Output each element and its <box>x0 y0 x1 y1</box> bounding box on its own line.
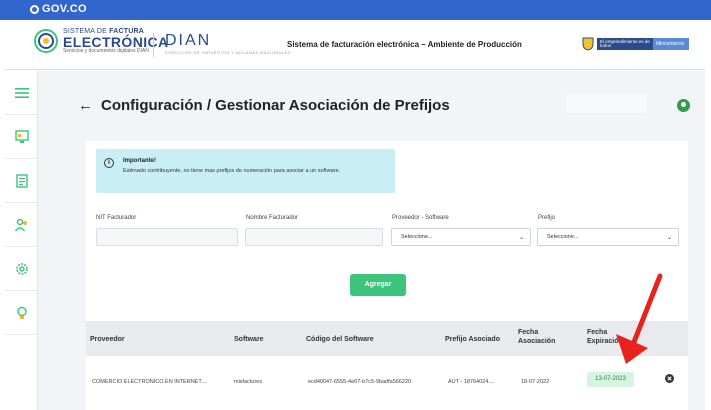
proveedor-software-label: Proveedor - Software <box>392 215 449 221</box>
column-header-software: Software <box>234 336 264 343</box>
important-alert: i Importante! Estimado contribuyente, no… <box>96 149 395 193</box>
dian-logo-subtitle: DIRECCIÓN DE IMPUESTOS Y ADUANAS NACIONA… <box>165 50 291 55</box>
column-header-fecha-asociacion: Fecha Asociación <box>518 329 556 345</box>
factura-swirl-icon <box>34 29 58 53</box>
chevron-down-icon: ⌄ <box>666 235 672 241</box>
chevron-down-icon: ⌄ <box>518 235 524 241</box>
sidebar <box>5 71 38 410</box>
page-title: ← Configuración / Gestionar Asociación d… <box>78 97 450 114</box>
gov-co-icon <box>30 4 39 14</box>
lightbulb-icon <box>16 306 27 319</box>
alert-text: Estimado contribuyente, no tiene mas pre… <box>123 168 341 174</box>
sidebar-item-ideas[interactable] <box>5 291 38 335</box>
proveedor-software-value: Seleccione... <box>401 234 433 240</box>
user-avatar-icon[interactable] <box>677 99 690 112</box>
cell-software: misfactures <box>234 379 263 385</box>
nit-facturador-input[interactable] <box>96 228 238 246</box>
document-icon <box>15 173 28 188</box>
cell-prefijo: AUT - 18764024.... <box>448 379 495 385</box>
cell-proveedor: COMERCIO ELECTRONICO EN INTERNET.... <box>92 379 208 385</box>
alert-title: Importante! <box>123 158 156 164</box>
column-header-codigo: Código del Software <box>306 336 374 343</box>
info-icon: i <box>104 158 114 168</box>
prefijo-select[interactable]: Seleccione... ⌄ <box>537 228 679 246</box>
mincomercio-badge: Mincomercio <box>653 38 689 50</box>
column-header-proveedor: Proveedor <box>90 336 125 343</box>
users-icon <box>14 218 27 231</box>
sidebar-item-users[interactable] <box>5 203 38 247</box>
sidebar-item-documents[interactable] <box>5 159 38 203</box>
header-divider <box>153 33 154 57</box>
nombre-facturador-label: Nombre Facturador <box>246 215 299 221</box>
hamburger-icon <box>14 87 29 98</box>
page-title-text: Configuración / Gestionar Asociación de … <box>101 97 450 114</box>
emprendimiento-badge: El emprendimiento es de todos <box>597 38 653 50</box>
gov-bar: GOV.CO <box>0 0 711 20</box>
dian-logo-text: DIAN <box>165 32 212 49</box>
monitor-icon <box>14 129 29 143</box>
dian-logo[interactable]: DIAN DIRECCIÓN DE IMPUESTOS Y ADUANAS NA… <box>165 32 291 55</box>
column-header-prefijo: Prefijo Asociado <box>445 336 500 343</box>
cell-fecha-asociacion: 18-07-2022 <box>521 379 550 385</box>
agregar-button[interactable]: Agregar <box>350 274 406 296</box>
nombre-facturador-input[interactable] <box>245 228 383 246</box>
colombia-shield-icon <box>582 37 594 51</box>
sidebar-item-settings[interactable] <box>5 247 38 291</box>
sidebar-menu-toggle[interactable] <box>5 71 38 115</box>
gov-co-label: GOV.CO <box>42 3 87 15</box>
prefijo-label: Prefijo <box>538 215 556 221</box>
site-header: SISTEMA DE FACTURA ELECTRÓNICA Servicios… <box>5 20 705 70</box>
nit-facturador-label: NIT Facturador <box>96 215 137 221</box>
factura-electronica-logo[interactable]: SISTEMA DE FACTURA ELECTRÓNICA Servicios… <box>33 28 169 54</box>
proveedor-software-select[interactable]: Seleccione... ⌄ <box>391 228 531 246</box>
gear-icon <box>15 262 28 275</box>
back-arrow-icon[interactable]: ← <box>78 97 93 114</box>
system-title: Sistema de facturación electrónica – Amb… <box>287 40 522 49</box>
header-right-logos: El emprendimiento es de todos Mincomerci… <box>581 37 689 51</box>
header-placeholder-box <box>567 93 647 113</box>
cell-codigo: ecd40047-6555-4e67-b7c5-9badfa566220 <box>308 379 412 385</box>
gov-co-logo[interactable]: GOV.CO <box>30 3 87 15</box>
annotation-arrow-icon <box>616 273 663 364</box>
prefijo-value: Seleccione... <box>547 234 579 240</box>
sidebar-item-dashboard[interactable] <box>5 115 38 159</box>
